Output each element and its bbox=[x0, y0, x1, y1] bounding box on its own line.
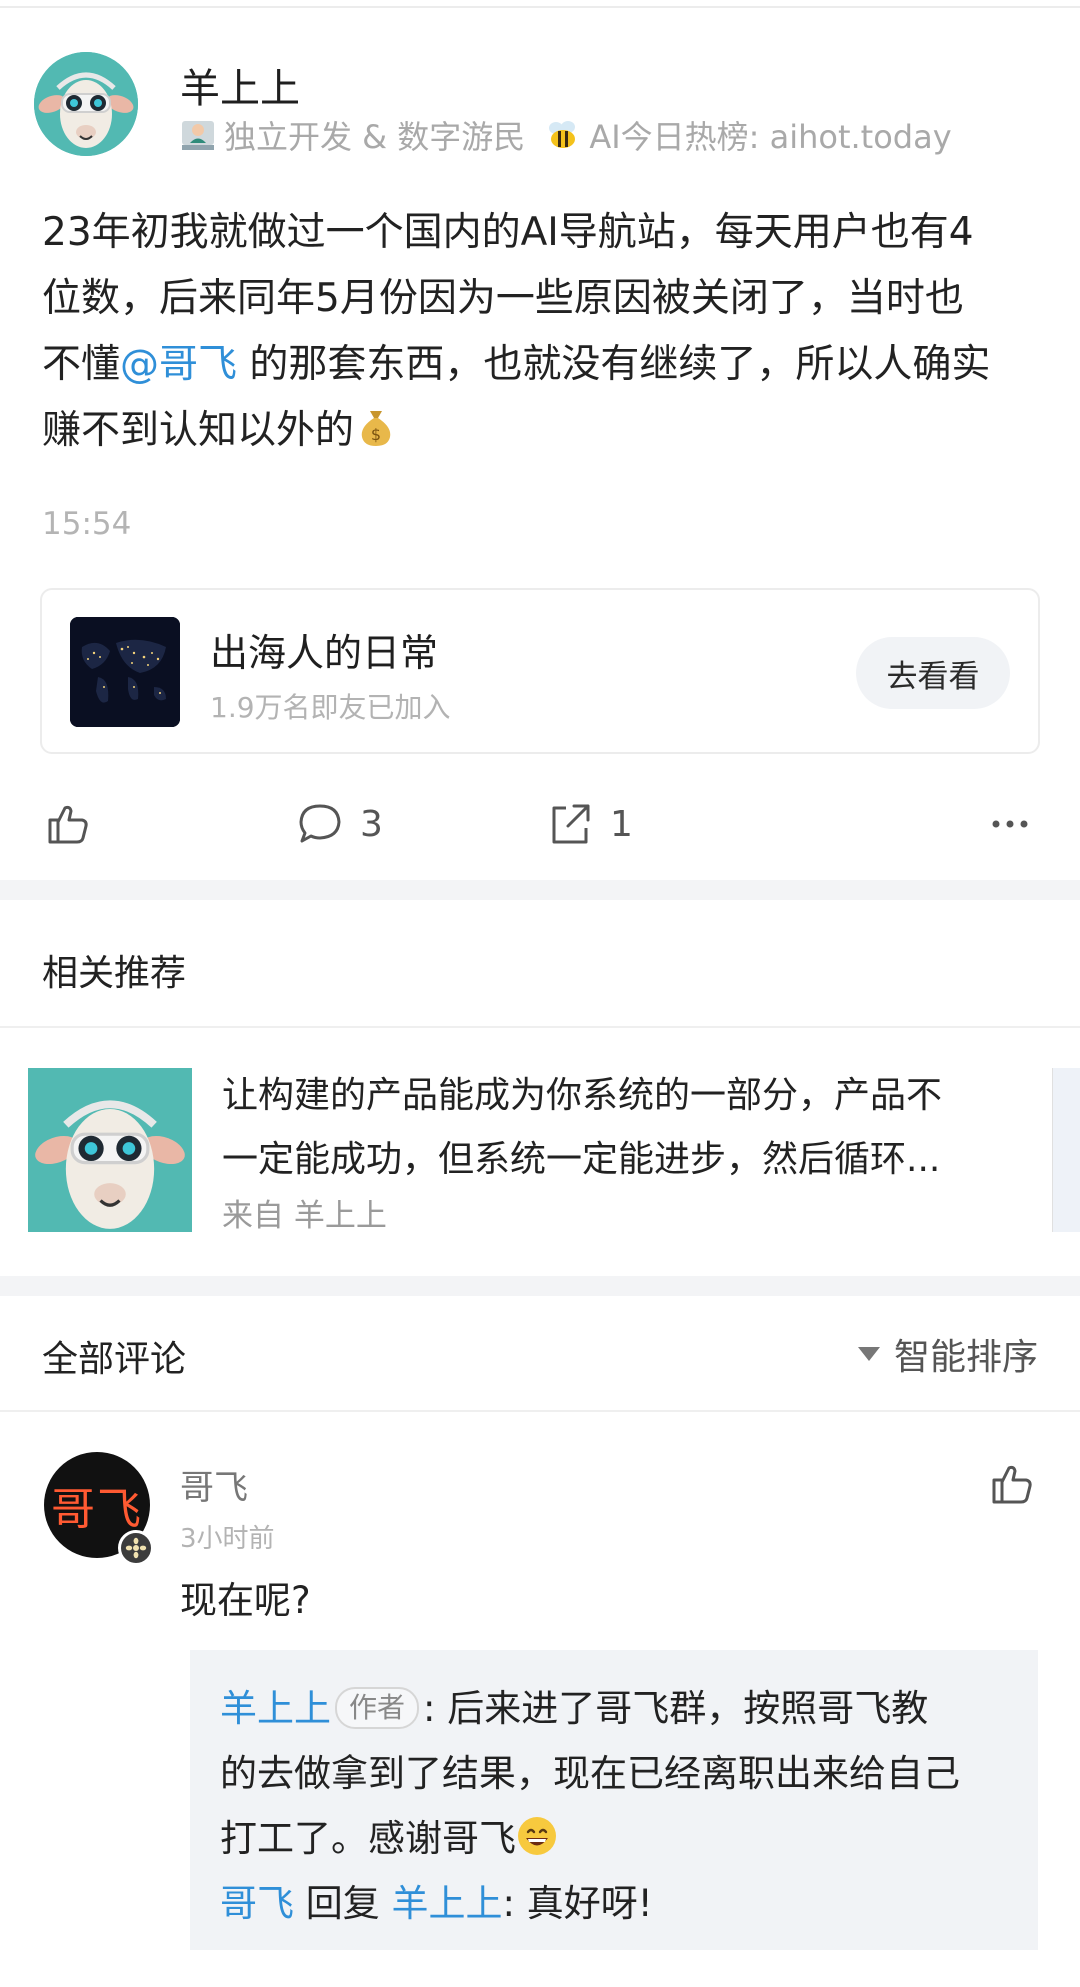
comments-divider bbox=[0, 1410, 1080, 1412]
reply-thread: 羊上上 作者: 后来进了哥飞群，按照哥飞教 的去做拿到了结果，现在已经离职出来给自… bbox=[190, 1650, 1038, 1950]
visit-circle-button[interactable]: 去看看 bbox=[856, 637, 1010, 709]
related-item-text[interactable]: 让构建的产品能成为你系统的一部分，产品不 一定能成功，但系统一定能进步，然后循环… bbox=[222, 1064, 1012, 1192]
post-line-3: 不懂@哥飞 的那套东西，也就没有继续了，所以人确实 bbox=[42, 332, 1042, 398]
world-map-night-image bbox=[70, 617, 180, 727]
avatar-text: 哥飞 bbox=[51, 1484, 143, 1535]
reply-author[interactable]: 羊上上 bbox=[220, 1687, 331, 1730]
author-avatar[interactable] bbox=[34, 52, 138, 156]
reply-line-2: 的去做拿到了结果，现在已经离职出来给自己 bbox=[220, 1752, 960, 1795]
comment-time: 3小时前 bbox=[180, 1524, 275, 1554]
reply-line-3: 打工了。感谢哥飞 bbox=[220, 1806, 1008, 1871]
section-gap bbox=[0, 880, 1080, 900]
post-actions: 3 1 bbox=[0, 790, 1080, 860]
share-icon bbox=[552, 804, 590, 844]
more-button[interactable] bbox=[984, 798, 1036, 850]
related-source-name[interactable]: 羊上上 bbox=[294, 1198, 387, 1234]
author-tag-badge: 作者 bbox=[335, 1687, 420, 1729]
money-bag-icon: $ bbox=[361, 411, 391, 446]
more-dots-icon bbox=[992, 820, 1028, 828]
verified-badge-icon bbox=[118, 1530, 154, 1566]
share-button[interactable]: 1 bbox=[544, 798, 633, 850]
sheep-image bbox=[28, 1068, 192, 1232]
post-author-name[interactable]: 羊上上 bbox=[180, 56, 300, 114]
sub-reply-author[interactable]: 哥飞 bbox=[220, 1882, 294, 1925]
comment-bubble-icon bbox=[299, 804, 341, 843]
grinning-face-emoji-icon bbox=[518, 1817, 556, 1855]
circle-thumbnail bbox=[70, 617, 180, 727]
related-title: 相关推荐 bbox=[42, 953, 187, 994]
svg-text:$: $ bbox=[371, 425, 381, 444]
bee-emoji-icon bbox=[549, 121, 576, 148]
comment-text[interactable]: 现在呢? bbox=[180, 1570, 311, 1624]
related-line-1: 让构建的产品能成为你系统的一部分，产品不 bbox=[222, 1075, 943, 1116]
post-line-4-text: 赚不到认知以外的 bbox=[42, 408, 355, 453]
circle-name: 出海人的日常 bbox=[210, 631, 439, 675]
comment-button[interactable]: 3 bbox=[294, 798, 383, 850]
section-gap-2 bbox=[0, 1276, 1080, 1296]
triangle-down-icon bbox=[857, 1347, 880, 1361]
post-line-2: 位数，后来同年5月份因为一些原因被关闭了，当时也 bbox=[42, 276, 964, 321]
post-time: 15:54 bbox=[42, 506, 132, 542]
technologist-emoji-icon bbox=[182, 121, 214, 150]
share-count: 1 bbox=[610, 803, 633, 845]
post-line-3-a: 不懂 bbox=[42, 342, 121, 387]
next-related-item-peek[interactable] bbox=[1052, 1068, 1080, 1232]
author-bio: 独立开发 & 数字游民 AI今日热榜: aihot.today bbox=[180, 112, 952, 158]
sub-reply-text: : 真好呀! bbox=[502, 1882, 653, 1925]
reply-line-4[interactable]: 哥飞 回复 羊上上: 真好呀! bbox=[220, 1871, 1008, 1936]
related-divider bbox=[0, 1026, 1080, 1028]
top-divider bbox=[0, 6, 1080, 8]
comment-count: 3 bbox=[360, 803, 383, 845]
post-line-3-b: 的那套东西，也就没有继续了，所以人确实 bbox=[237, 342, 991, 387]
mention-link[interactable]: @哥飞 bbox=[120, 342, 237, 387]
related-source-prefix: 来自 bbox=[222, 1198, 284, 1234]
sort-label: 智能排序 bbox=[893, 1337, 1038, 1378]
post-body: 23年初我就做过一个国内的AI导航站，每天用户也有4 位数，后来同年5月份因为一… bbox=[42, 200, 1042, 464]
related-line-2: 一定能成功，但系统一定能进步，然后循环... bbox=[222, 1139, 941, 1180]
post-line-4: 赚不到认知以外的 $ bbox=[42, 398, 1042, 464]
sort-dropdown[interactable]: 智能排序 bbox=[857, 1328, 1038, 1380]
sheep-avatar-image bbox=[34, 52, 138, 156]
reply-line-1[interactable]: 羊上上 作者: 后来进了哥飞群，按照哥飞教 bbox=[220, 1676, 1008, 1741]
bio-text-2: AI今日热榜: aihot.today bbox=[589, 118, 952, 156]
comments-title: 全部评论 bbox=[42, 1339, 187, 1380]
circle-card[interactable]: 出海人的日常 1.9万名即友已加入 去看看 bbox=[40, 588, 1040, 754]
circle-members: 1.9万名即友已加入 bbox=[210, 691, 451, 724]
post-line-1: 23年初我就做过一个国内的AI导航站，每天用户也有4 bbox=[42, 210, 974, 255]
comment-like-icon[interactable] bbox=[986, 1458, 1038, 1510]
like-button[interactable] bbox=[42, 798, 108, 850]
related-source: 来自 羊上上 bbox=[222, 1190, 387, 1235]
bio-text-1: 独立开发 & 数字游民 bbox=[224, 118, 526, 156]
sub-reply-verb: 回复 bbox=[294, 1882, 392, 1925]
related-thumbnail[interactable] bbox=[28, 1068, 192, 1232]
thumbs-up-icon bbox=[48, 805, 88, 844]
reply-text-1: : 后来进了哥飞群，按照哥飞教 bbox=[423, 1687, 929, 1730]
reply-text-3: 打工了。感谢哥飞 bbox=[220, 1817, 516, 1860]
sub-reply-target[interactable]: 羊上上 bbox=[392, 1882, 503, 1925]
comment-author[interactable]: 哥飞 bbox=[180, 1460, 248, 1509]
